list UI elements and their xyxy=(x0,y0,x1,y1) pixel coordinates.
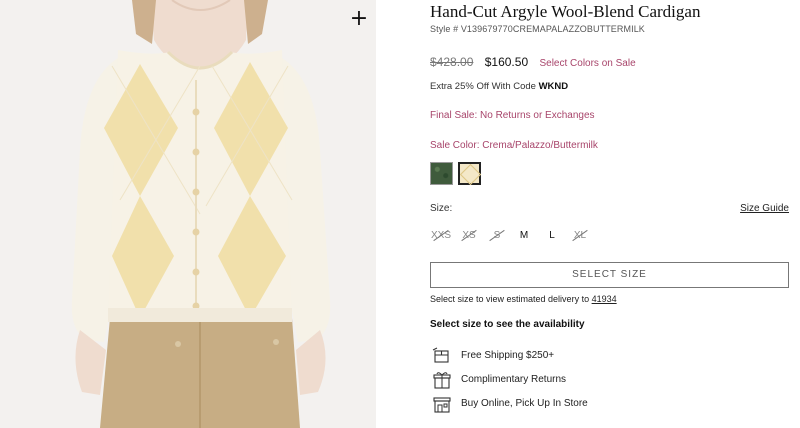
gift-box-icon xyxy=(433,372,451,389)
size-option-xs[interactable]: XS xyxy=(456,226,482,246)
feature-label: Complimentary Returns xyxy=(461,374,567,385)
color-swatch-crema[interactable] xyxy=(458,162,481,185)
promo-text: Extra 25% Off With Code WKND xyxy=(430,81,568,92)
shipping-box-icon xyxy=(432,347,449,363)
style-number: Style # V139679770CREMAPALAZZOBUTTERMILK xyxy=(430,24,645,34)
select-size-button[interactable]: SELECT SIZE xyxy=(430,262,789,288)
feature-label: Buy Online, Pick Up In Store xyxy=(461,398,588,409)
size-option-m[interactable]: M xyxy=(511,226,537,246)
plus-icon[interactable]: + xyxy=(349,8,369,30)
product-details: Hand-Cut Argyle Wool-Blend Cardigan Styl… xyxy=(430,0,790,428)
promo-prefix: Extra 25% Off With Code xyxy=(430,81,536,92)
feature-buy-online-pickup: Buy Online, Pick Up In Store xyxy=(430,395,650,413)
zip-code-link[interactable]: 41934 xyxy=(592,294,617,304)
product-title: Hand-Cut Argyle Wool-Blend Cardigan xyxy=(430,2,701,21)
size-guide-link[interactable]: Size Guide xyxy=(740,203,789,214)
feature-free-shipping: Free Shipping $250+ xyxy=(430,347,650,365)
feature-complimentary-returns: Complimentary Returns xyxy=(430,371,650,389)
product-image[interactable]: + xyxy=(0,0,376,428)
delivery-text: Select size to view estimated delivery t… xyxy=(430,294,590,304)
size-label: Size: xyxy=(430,203,453,214)
original-price: $428.00 xyxy=(430,55,474,69)
promo-code: WKND xyxy=(538,81,569,92)
feature-label: Free Shipping $250+ xyxy=(461,350,555,361)
store-icon xyxy=(433,397,451,413)
sale-color: Sale Color: Crema/Palazzo/Buttermilk xyxy=(430,140,598,151)
size-option-xl[interactable]: XL xyxy=(567,226,593,246)
delivery-estimate: Select size to view estimated delivery t… xyxy=(430,294,617,304)
color-swatch-green[interactable] xyxy=(430,162,453,185)
sale-price: $160.50 xyxy=(484,55,529,69)
sale-color-value: Crema/Palazzo/Buttermilk xyxy=(482,140,598,151)
final-sale-notice: Final Sale: No Returns or Exchanges xyxy=(430,110,595,121)
size-option-l[interactable]: L xyxy=(539,226,565,246)
sale-color-label: Sale Color: xyxy=(430,140,480,151)
select-colors-on-sale-link[interactable]: Select Colors on Sale xyxy=(539,58,635,69)
size-options: XXS XS S M L XL xyxy=(430,226,630,246)
size-option-s[interactable]: S xyxy=(484,226,510,246)
model-photo xyxy=(0,0,376,428)
availability-text: Select size to see the availability xyxy=(430,319,585,330)
price-row: $428.00 $160.50 Select Colors on Sale xyxy=(430,55,636,69)
size-option-xxs[interactable]: XXS xyxy=(428,226,454,246)
